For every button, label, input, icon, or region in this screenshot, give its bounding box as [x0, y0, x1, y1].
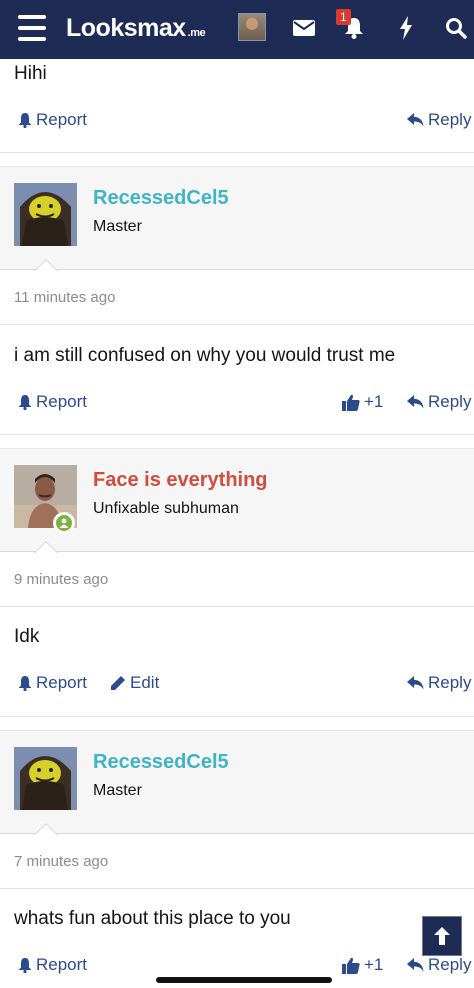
post-message: Idk	[14, 626, 40, 647]
username-link[interactable]: RecessedCel5	[93, 187, 229, 210]
site-logo[interactable]: Looksmax .me	[66, 14, 206, 43]
like-button[interactable]: +1	[342, 392, 383, 412]
online-indicator-icon	[53, 512, 75, 534]
envelope-icon[interactable]	[290, 14, 318, 42]
user-avatar[interactable]	[14, 747, 77, 810]
hamburger-icon[interactable]	[18, 15, 46, 41]
report-label: Report	[36, 392, 88, 411]
post-divider	[0, 324, 474, 325]
reply-link[interactable]: Reply	[407, 955, 471, 975]
username-link[interactable]: Face is everything	[93, 469, 268, 492]
bell-icon	[18, 675, 32, 691]
post-divider	[0, 152, 474, 153]
user-title: Master	[93, 218, 142, 235]
reply-label: Reply	[428, 110, 472, 129]
report-label: Report	[36, 673, 88, 692]
report-link[interactable]: Report	[18, 673, 87, 693]
post-message: whats fun about this place to you	[14, 908, 291, 929]
scroll-to-top-button[interactable]	[422, 916, 462, 956]
report-label: Report	[36, 110, 88, 129]
post-user-block: RecessedCel5 Master	[0, 730, 474, 834]
edit-label: Edit	[130, 673, 160, 692]
user-title: Master	[93, 782, 142, 799]
reply-link[interactable]: Reply	[407, 673, 471, 693]
logo-text: Looksmax	[66, 14, 186, 42]
post-timestamp[interactable]: 7 minutes ago	[14, 853, 108, 870]
post-pointer	[32, 821, 60, 835]
thumbs-up-icon	[342, 394, 360, 411]
username-link[interactable]: RecessedCel5	[93, 751, 229, 774]
bolt-icon[interactable]	[392, 14, 420, 42]
report-label: Report	[36, 955, 88, 974]
report-link[interactable]: Report	[18, 955, 87, 975]
reply-label: Reply	[428, 673, 472, 692]
account-avatar[interactable]	[238, 13, 266, 41]
like-button[interactable]: +1	[342, 955, 383, 975]
user-title: Unfixable subhuman	[93, 500, 239, 517]
user-avatar[interactable]	[14, 183, 77, 246]
post-message: Hihi	[14, 63, 47, 84]
alert-count-badge: 1	[336, 9, 351, 25]
bell-icon	[18, 957, 32, 973]
like-count: +1	[364, 955, 384, 974]
bell-icon	[18, 394, 32, 410]
post-timestamp[interactable]: 9 minutes ago	[14, 571, 108, 588]
thumbs-up-icon	[342, 957, 360, 974]
post-pointer	[32, 539, 60, 553]
report-link[interactable]: Report	[18, 392, 87, 412]
post-divider	[0, 716, 474, 717]
bell-icon	[18, 112, 32, 128]
reply-link[interactable]: Reply	[407, 110, 471, 130]
arrow-up-icon	[434, 927, 450, 945]
edit-link[interactable]: Edit	[110, 673, 159, 693]
reply-link[interactable]: Reply	[407, 392, 471, 412]
reply-arrow-icon	[407, 113, 424, 127]
post-timestamp[interactable]: 11 minutes ago	[14, 289, 115, 306]
reply-arrow-icon	[407, 676, 424, 690]
post-divider	[0, 606, 474, 607]
post-user-block: RecessedCel5 Master	[0, 166, 474, 270]
pencil-icon	[111, 676, 125, 690]
search-icon[interactable]	[442, 14, 470, 42]
post-user-block: Face is everything Unfixable subhuman	[0, 448, 474, 552]
top-navigation-bar: Looksmax .me 1	[0, 0, 474, 59]
like-count: +1	[364, 392, 384, 411]
reply-label: Reply	[428, 955, 472, 974]
post-divider	[0, 434, 474, 435]
reply-label: Reply	[428, 392, 472, 411]
home-indicator[interactable]	[156, 977, 332, 983]
reply-arrow-icon	[407, 395, 424, 409]
post-divider	[0, 888, 474, 889]
post-pointer	[32, 257, 60, 271]
report-link[interactable]: Report	[18, 110, 87, 130]
reply-arrow-icon	[407, 958, 424, 972]
post-message: i am still confused on why you would tru…	[14, 345, 396, 366]
logo-tld: .me	[187, 27, 206, 39]
